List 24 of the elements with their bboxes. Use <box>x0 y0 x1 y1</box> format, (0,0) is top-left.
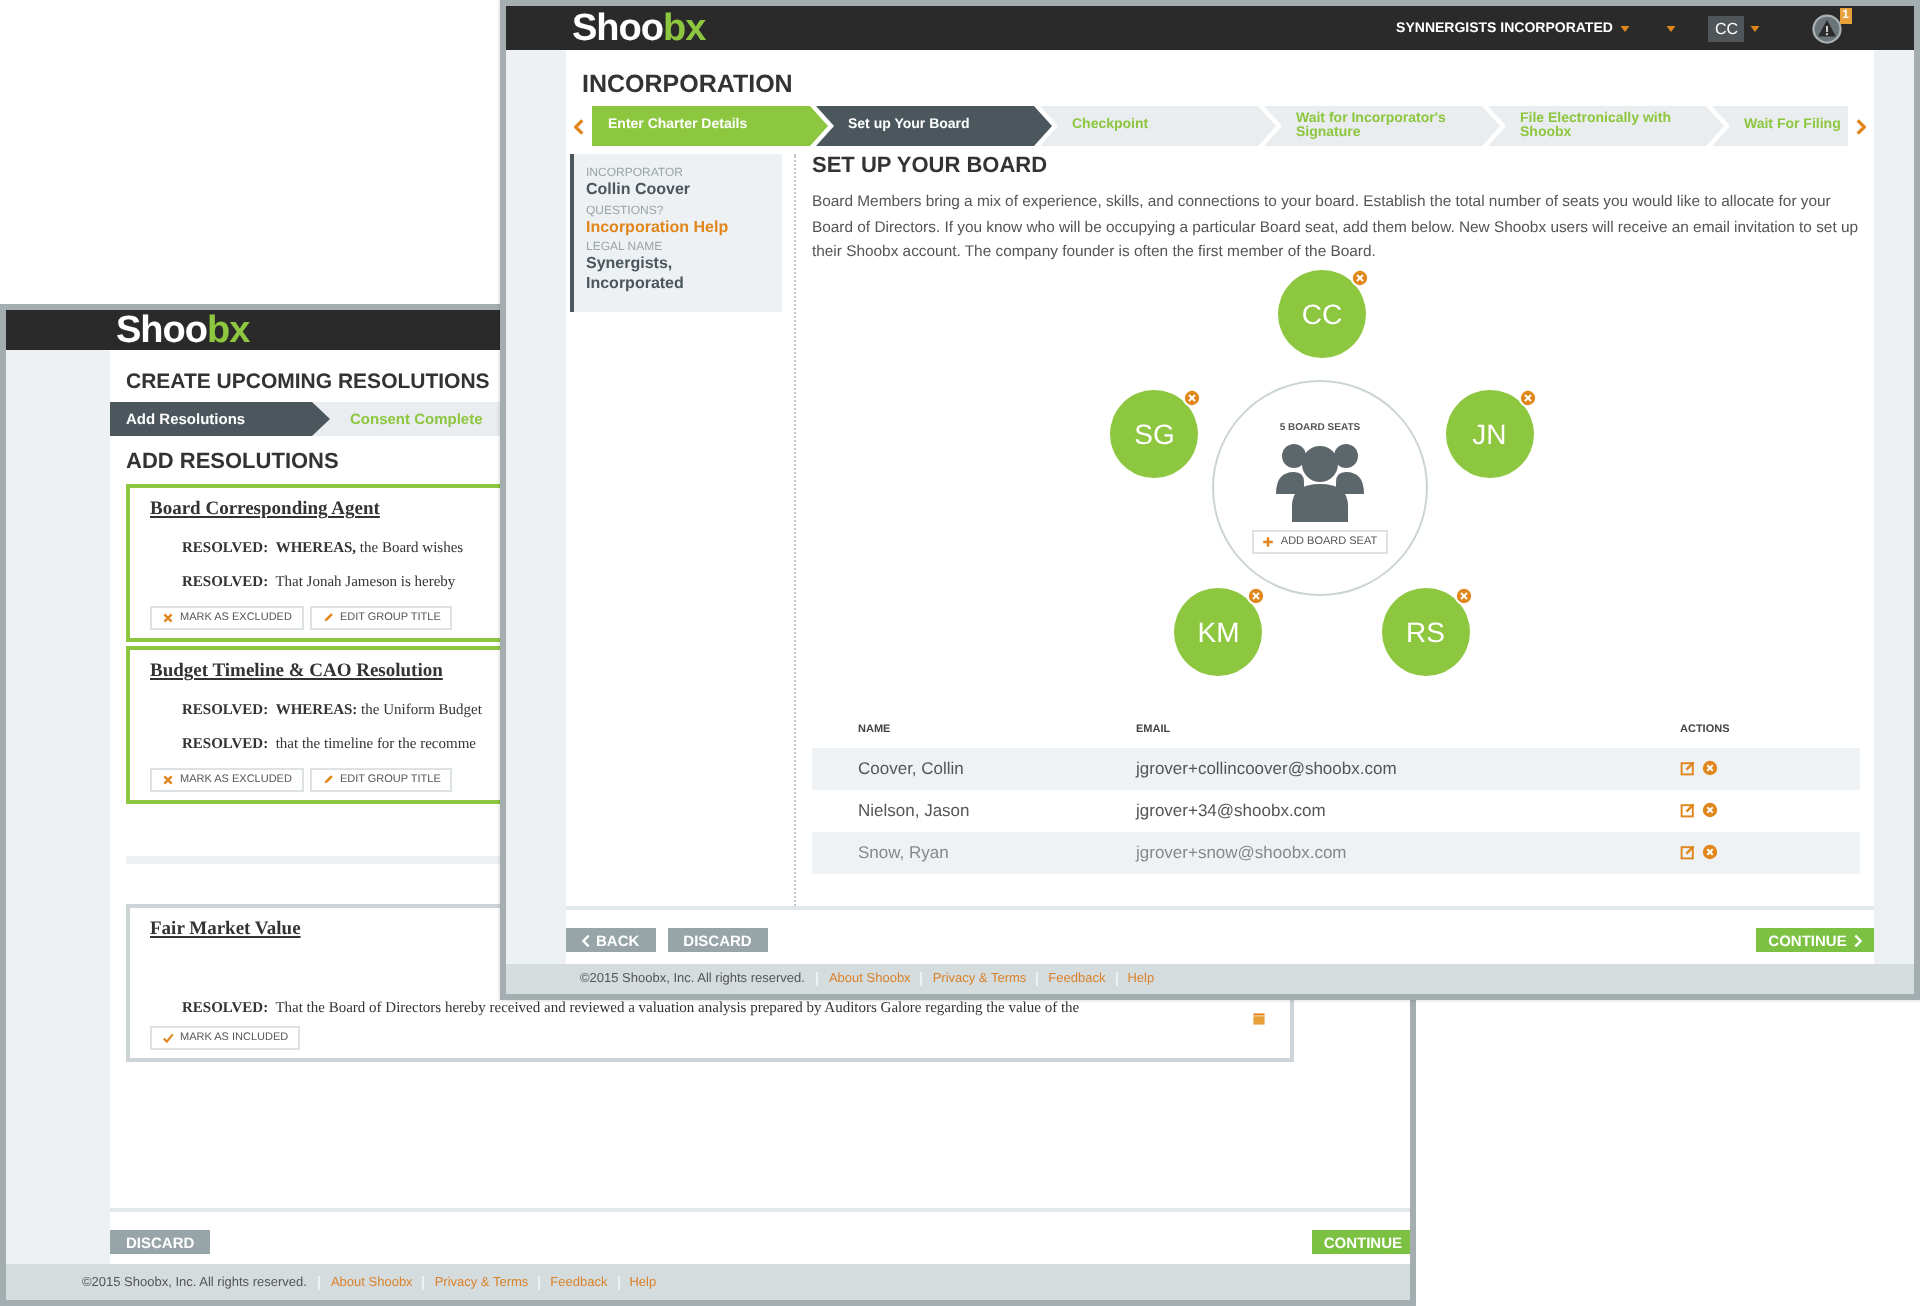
page-title: CREATE UPCOMING RESOLUTIONS <box>126 370 492 394</box>
board-seat[interactable]: SG <box>1110 390 1199 479</box>
field-value: Collin Coover <box>586 180 693 200</box>
group-title: Fair Market Value <box>150 920 301 940</box>
field-value: Synergists, Incorporated <box>586 254 686 294</box>
logo[interactable]: Shoobx <box>572 9 706 47</box>
board-seat[interactable]: RS <box>1381 587 1470 676</box>
table-cell-text: jgrover+snow@shoobx.com <box>1136 842 1349 862</box>
help-link[interactable]: Incorporation Help <box>586 218 770 236</box>
table-cell-text: jgrover+collincoover@shoobx.com <box>1136 758 1399 778</box>
table-cell-text: Coover, Collin <box>856 758 966 778</box>
table-cell-text: Snow, Ryan <box>856 842 951 862</box>
table-cell-text: jgrover+34@shoobx.com <box>1136 800 1328 820</box>
user-avatar[interactable]: CC <box>1708 15 1744 41</box>
group-title: Budget Timeline & CAO Resolution <box>150 662 443 682</box>
section-title: ADD RESOLUTIONS <box>126 450 341 474</box>
board-seat[interactable]: CC <box>1278 269 1366 357</box>
section-title: SET UP YOUR BOARD <box>812 154 1050 178</box>
table-cell-text: Nielson, Jason <box>856 800 972 820</box>
board-seat[interactable]: KM <box>1174 587 1263 676</box>
page-title: INCORPORATION <box>582 70 795 98</box>
board-seat[interactable]: JN <box>1445 390 1534 479</box>
logo[interactable]: Shoobx <box>116 311 250 349</box>
group-title: Board Corresponding Agent <box>150 500 380 520</box>
